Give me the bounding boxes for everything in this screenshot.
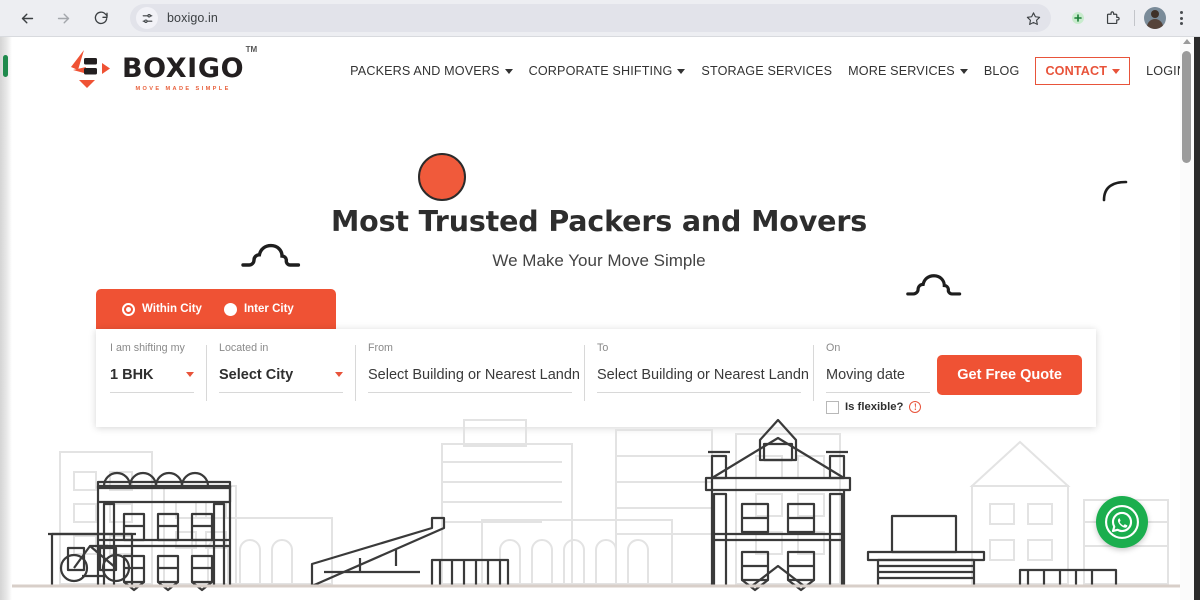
toolbar-divider <box>1134 10 1135 26</box>
whatsapp-chat-button[interactable] <box>1096 496 1148 548</box>
logo-trademark: TM <box>245 45 258 54</box>
nav-label: STORAGE SERVICES <box>701 64 833 78</box>
scrollbar-thumb[interactable] <box>1182 51 1191 163</box>
nav-label: MORE SERVICES <box>848 64 955 78</box>
chevron-down-icon <box>959 68 968 74</box>
logo-tagline: MOVE MADE SIMPLE <box>135 86 231 92</box>
nav-item-packers-and-movers[interactable]: PACKERS AND MOVERS <box>350 64 513 78</box>
reload-icon <box>94 11 108 25</box>
star-icon <box>1026 11 1040 25</box>
field-label: To <box>597 342 609 354</box>
hero-section: Most Trusted Packers and Movers We Make … <box>12 105 1186 600</box>
field-value: Select City <box>219 366 294 383</box>
nav-label: CORPORATE SHIFTING <box>528 64 673 78</box>
extensions-button[interactable] <box>1098 4 1126 32</box>
logo-text: BOXIGO MOVE MADE SIMPLE TM <box>122 45 257 92</box>
chevron-down-icon <box>186 372 194 378</box>
field-value-row[interactable]: Select City <box>219 367 343 393</box>
forward-button[interactable] <box>48 3 78 33</box>
page-scrollbar[interactable] <box>1180 37 1194 600</box>
nav-item-more-services[interactable]: MORE SERVICES <box>848 64 968 78</box>
trip-tab-inter-city[interactable]: Inter City <box>223 302 294 316</box>
forward-arrow-icon <box>57 13 69 23</box>
main-navigation: PACKERS AND MOVERS CORPORATE SHIFTING ST… <box>350 57 1186 85</box>
back-arrow-icon <box>21 13 33 23</box>
field-value-row[interactable]: Moving date <box>826 367 930 393</box>
site-settings-icon <box>142 13 152 23</box>
chevron-down-icon <box>677 68 686 74</box>
nav-item-storage-services[interactable]: STORAGE SERVICES <box>701 64 832 78</box>
window-right-edge <box>1194 37 1200 600</box>
profile-avatar[interactable] <box>1144 7 1166 29</box>
hero-title: Most Trusted Packers and Movers <box>330 205 868 238</box>
browser-menu-button[interactable] <box>1170 4 1192 32</box>
trip-tab-label: Inter City <box>243 303 294 315</box>
nav-label: BLOG <box>983 64 1020 78</box>
reload-button[interactable] <box>86 3 116 33</box>
puzzle-piece-icon <box>1106 10 1120 24</box>
scroll-position-marker <box>3 55 8 77</box>
field-value-row[interactable]: 1 BHK <box>110 367 194 393</box>
page-content: BOXIGO MOVE MADE SIMPLE TM PACKERS AND M… <box>12 37 1186 600</box>
boxigo-logo-mark <box>71 50 110 88</box>
nav-label: PACKERS AND MOVERS <box>350 64 500 78</box>
site-header: BOXIGO MOVE MADE SIMPLE TM PACKERS AND M… <box>12 37 1186 105</box>
city-skyline-illustration <box>12 418 1186 592</box>
install-plus-icon <box>1072 12 1084 24</box>
nav-item-blog[interactable]: BLOG <box>984 64 1020 78</box>
avatar-body <box>1147 19 1163 29</box>
field-label: I am shifting my <box>110 342 185 354</box>
field-label: On <box>826 342 841 354</box>
radio-unselected-icon <box>223 302 237 316</box>
field-value-row[interactable]: Select Building or Nearest Landn <box>368 367 580 393</box>
kebab-dot <box>1179 22 1183 25</box>
kebab-dot <box>1179 16 1183 20</box>
field-value: Select Building or Nearest Landn <box>597 366 809 383</box>
field-value-row[interactable]: Select Building or Nearest Landn <box>597 367 809 393</box>
chrome-action-icons <box>1061 4 1200 32</box>
whatsapp-icon <box>1105 505 1139 539</box>
kebab-dot <box>1179 11 1183 14</box>
sun-icon <box>418 153 466 201</box>
site-logo[interactable]: BOXIGO MOVE MADE SIMPLE TM <box>64 45 257 95</box>
hero-subtitle: We Make Your Move Simple <box>492 251 706 270</box>
logo-wordmark: BOXIGO <box>122 53 245 84</box>
bookmark-star-button[interactable] <box>1019 4 1047 32</box>
field-label: Located in <box>219 342 269 354</box>
field-label: From <box>368 342 393 354</box>
field-value: 1 BHK <box>110 366 154 383</box>
browser-toolbar: boxigo.in <box>0 0 1200 37</box>
field-value: Select Building or Nearest Landn <box>368 366 580 383</box>
nav-item-contact[interactable]: CONTACT <box>1035 57 1131 85</box>
get-free-quote-button[interactable]: Get Free Quote <box>937 355 1082 395</box>
chevron-down-icon <box>504 68 513 74</box>
chevron-down-icon <box>335 372 343 378</box>
nav-label: CONTACT <box>1045 64 1108 78</box>
site-info-button[interactable] <box>136 7 158 29</box>
address-bar[interactable]: boxigo.in <box>130 4 1051 32</box>
trip-tab-label: Within City <box>142 303 202 315</box>
arc-icon <box>1102 180 1128 202</box>
trip-type-tabs: Within City Inter City <box>96 289 336 329</box>
install-app-button[interactable] <box>1064 4 1092 32</box>
nav-item-corporate-shifting[interactable]: CORPORATE SHIFTING <box>529 64 686 78</box>
chevron-down-icon <box>1112 68 1121 74</box>
trip-tab-within-city[interactable]: Within City <box>122 302 202 316</box>
back-button[interactable] <box>12 3 42 33</box>
scroll-up-arrow[interactable] <box>1183 39 1191 44</box>
avatar-head <box>1151 10 1159 18</box>
radio-selected-icon <box>122 302 135 316</box>
url-text: boxigo.in <box>167 11 218 25</box>
page-viewport: BOXIGO MOVE MADE SIMPLE TM PACKERS AND M… <box>0 37 1200 600</box>
page-left-gutter <box>0 37 12 600</box>
field-value: Moving date <box>826 366 905 383</box>
